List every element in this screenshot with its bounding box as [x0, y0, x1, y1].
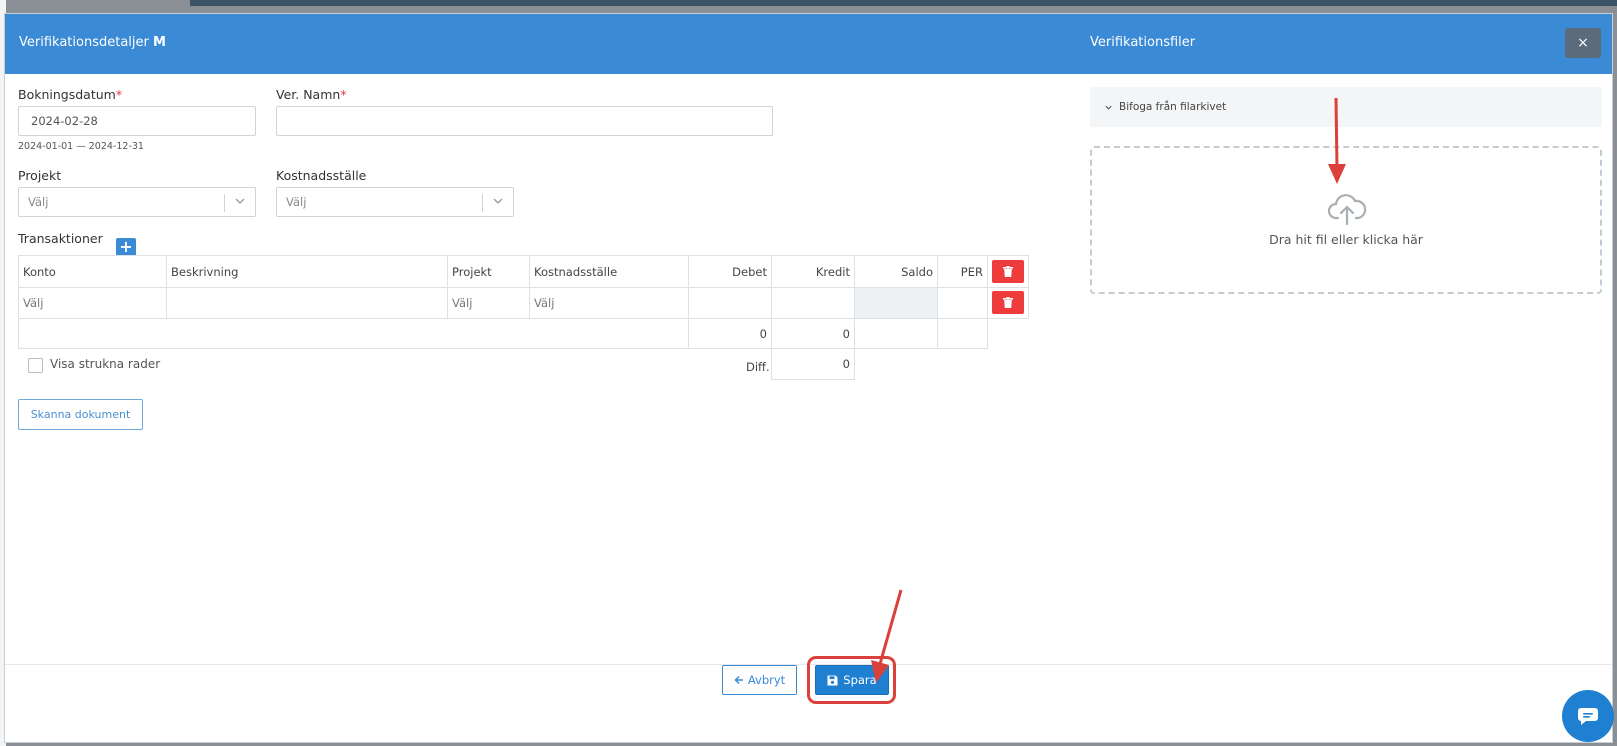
save-button-label: Spara	[843, 673, 877, 687]
cloud-upload-icon	[1327, 194, 1367, 226]
transactions-title: Transaktioner	[18, 231, 103, 246]
modal-header: Verifikationsdetaljer M Verifikationsfil…	[5, 14, 1612, 74]
modal-title: Verifikationsdetaljer M	[19, 35, 166, 50]
row-kredit-input[interactable]	[771, 287, 855, 319]
attach-from-archive-toggle[interactable]: Bifoga från filarkivet	[1090, 87, 1602, 127]
row-saldo	[854, 287, 938, 319]
ver-name-label-text: Ver. Namn	[276, 87, 341, 102]
chat-widget-button[interactable]	[1562, 690, 1614, 742]
row-beskrivning-input[interactable]	[166, 287, 448, 319]
totals-spacer	[18, 318, 689, 349]
trash-icon	[1003, 297, 1013, 308]
booking-date-input[interactable]: 2024-02-28	[18, 106, 256, 136]
total-kredit: 0	[771, 318, 855, 349]
modal-title-text: Verifikationsdetaljer	[19, 35, 149, 50]
chevron-down-icon	[1105, 105, 1112, 110]
col-header-per: PER	[937, 255, 988, 288]
row-debet-input[interactable]	[688, 287, 772, 319]
show-struck-rows-checkbox[interactable]	[28, 358, 43, 373]
col-header-konto: Konto	[18, 255, 167, 288]
chevron-down-icon	[235, 198, 245, 204]
row-kostnadsstalle-select[interactable]: Välj	[529, 287, 689, 319]
diff-label: Diff.	[746, 360, 770, 374]
ver-name-label: Ver. Namn*	[276, 87, 347, 102]
add-transaction-button[interactable]: +	[116, 238, 136, 256]
cost-center-select-value: Välj	[286, 195, 307, 209]
col-header-kostnadsstalle: Kostnadsställe	[529, 255, 689, 288]
total-per	[937, 318, 988, 349]
booking-date-label-text: Bokningsdatum	[18, 87, 116, 102]
files-panel-title: Verifikationsfiler	[1090, 35, 1196, 50]
booking-date-label: Bokningsdatum*	[18, 87, 122, 102]
save-button[interactable]: Spara	[815, 665, 889, 695]
booking-date-range: 2024-01-01 — 2024-12-31	[18, 141, 144, 152]
select-separator	[482, 194, 483, 212]
col-header-debet: Debet	[688, 255, 772, 288]
cost-center-select[interactable]: Välj	[276, 187, 514, 217]
project-select[interactable]: Välj	[18, 187, 256, 217]
project-select-value: Välj	[28, 195, 49, 209]
floppy-disk-icon	[827, 675, 838, 685]
cancel-button-label: Avbryt	[747, 673, 786, 687]
background-topbar	[190, 0, 1617, 6]
arrow-left-icon	[734, 675, 743, 685]
show-struck-rows-label: Visa strukna rader	[50, 357, 161, 371]
total-debet: 0	[688, 318, 772, 349]
delete-all-button[interactable]	[992, 260, 1024, 283]
attach-from-archive-label: Bifoga från filarkivet	[1119, 101, 1227, 113]
cost-center-label: Kostnadsställe	[276, 168, 367, 183]
row-konto-select[interactable]: Välj	[18, 287, 167, 319]
file-dropzone[interactable]: Dra hit fil eller klicka här	[1090, 146, 1602, 294]
diff-value: 0	[771, 348, 855, 380]
col-header-saldo: Saldo	[854, 255, 938, 288]
chevron-down-icon	[493, 198, 503, 204]
col-header-projekt: Projekt	[447, 255, 530, 288]
cancel-button[interactable]: Avbryt	[722, 665, 797, 695]
verification-modal: Verifikationsdetaljer M Verifikationsfil…	[4, 13, 1613, 743]
ver-name-input[interactable]	[276, 106, 773, 136]
required-mark: *	[115, 87, 123, 102]
dropzone-text: Dra hit fil eller klicka här	[1269, 232, 1423, 247]
trash-icon	[1003, 266, 1013, 277]
row-projekt-select[interactable]: Välj	[447, 287, 530, 319]
modal-title-bold: M	[153, 35, 166, 50]
col-header-beskrivning: Beskrivning	[166, 255, 448, 288]
project-label: Projekt	[18, 168, 62, 183]
total-saldo	[854, 318, 938, 349]
required-mark: *	[340, 87, 347, 102]
row-per[interactable]	[937, 287, 988, 319]
col-header-kredit: Kredit	[771, 255, 855, 288]
select-separator	[224, 194, 225, 212]
delete-row-button[interactable]	[992, 291, 1024, 314]
close-button[interactable]: ×	[1565, 28, 1601, 58]
scan-document-button[interactable]: Skanna dokument	[18, 399, 143, 430]
chat-icon	[1578, 708, 1598, 725]
